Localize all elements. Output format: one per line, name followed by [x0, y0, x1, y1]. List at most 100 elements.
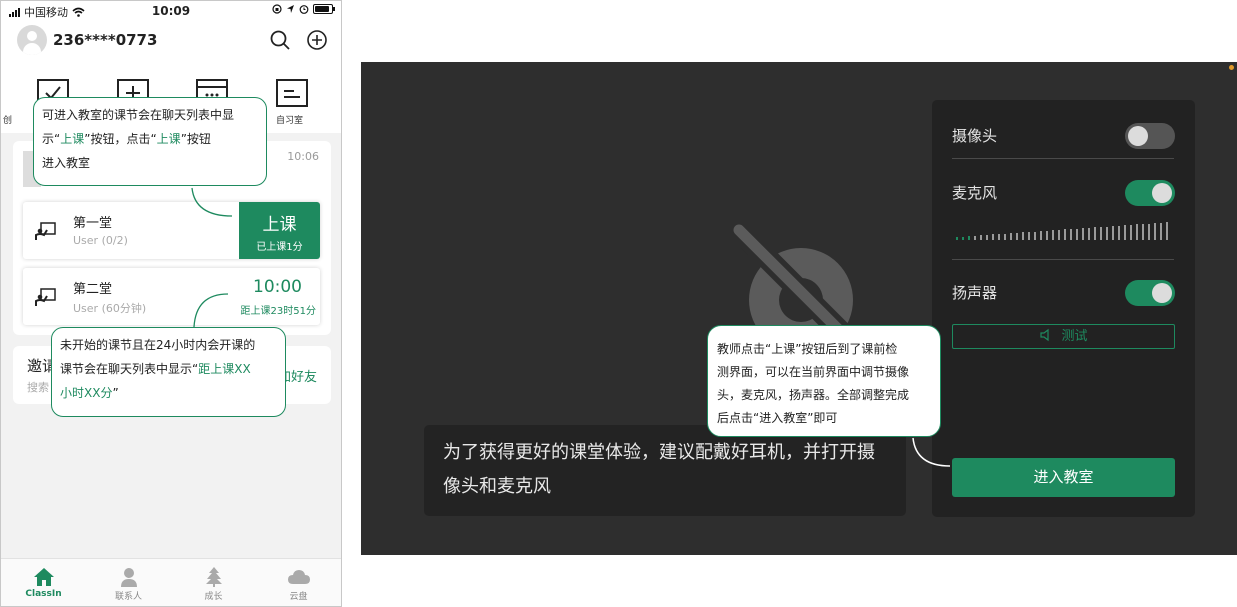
- camera-label: 摄像头: [952, 127, 998, 145]
- tree-icon: [205, 567, 222, 587]
- mic-level-bar: [1022, 232, 1024, 240]
- camera-toggle[interactable]: [1125, 123, 1175, 149]
- tab-contacts[interactable]: 联系人: [86, 559, 171, 606]
- divider: [952, 259, 1174, 260]
- mic-level-bar: [1130, 224, 1132, 240]
- callout-line: 未开始的课节且在24小时内会开课的: [60, 338, 256, 352]
- start-class-button[interactable]: 上课 已上课1分: [239, 202, 320, 259]
- add-icon[interactable]: [306, 29, 328, 51]
- callout-countdown: 未开始的课节且在24小时内会开课的 课节会在聊天列表中显示“距上课XX 小时XX…: [51, 327, 286, 417]
- mic-level-bar: [1010, 233, 1012, 240]
- divider: [952, 158, 1174, 159]
- mic-level-bar: [1088, 227, 1090, 240]
- callout-line: 示“上课”按钮，点击“上课”按钮: [42, 132, 211, 146]
- device-settings-panel: 摄像头 麦克风 扬声器 测试 进入教室: [932, 100, 1195, 517]
- callout-line: 后点击“进入教室”即可: [717, 411, 838, 425]
- tab-growth[interactable]: 成长: [171, 559, 256, 606]
- callout-device-check: 教师点击“上课”按钮后到了课前检 测界面，可以在当前界面中调节摄像 头，麦克风，…: [707, 325, 941, 437]
- tab-label: 云盘: [289, 592, 308, 602]
- mic-level-bar: [1124, 225, 1126, 240]
- avatar[interactable]: [17, 25, 47, 55]
- quick-action-create-label: 创: [3, 116, 13, 126]
- lesson-name: 第二堂: [73, 282, 113, 297]
- mic-level-bar: [1166, 222, 1168, 240]
- device-check-screen: 为了获得更好的课堂体验，建议配戴好耳机，并打开摄 像头和麦克风 摄像头 麦克风 …: [361, 62, 1237, 555]
- battery-icon: [313, 4, 335, 14]
- mic-level-bar: [1160, 222, 1162, 240]
- location-icon: [287, 5, 294, 13]
- speaker-icon: [1040, 328, 1050, 342]
- mic-level-meter: [956, 222, 1174, 240]
- callout-pointer: [193, 293, 229, 328]
- mic-level-bar: [1112, 226, 1114, 240]
- lesson-row-2[interactable]: 第二堂 User (60分钟) 10:00 距上课23时51分: [23, 268, 320, 325]
- test-label: 测试: [1061, 329, 1088, 344]
- mic-level-bar: [1148, 223, 1150, 240]
- mic-level-bar: [992, 234, 994, 240]
- tab-label: 联系人: [114, 592, 142, 602]
- teacher-board-icon: [35, 288, 56, 306]
- mic-level-bar: [1070, 229, 1072, 240]
- mic-level-bar: [1076, 228, 1078, 240]
- lesson-start-time: 10:00: [253, 277, 302, 297]
- headphone-tip: 为了获得更好的课堂体验，建议配戴好耳机，并打开摄 像头和麦克风: [424, 425, 906, 516]
- callout-line: 测界面，可以在当前界面中调节摄像: [717, 365, 910, 379]
- chat-time: 10:06: [287, 150, 319, 163]
- callout-start-class: 可进入教室的课节会在聊天列表中显 示“上课”按钮，点击“上课”按钮 进入教室: [33, 97, 267, 186]
- mic-level-bar: [1052, 230, 1054, 240]
- tip-line: 像头和麦克风: [443, 476, 551, 497]
- speaker-test-button[interactable]: 测试: [952, 324, 1175, 349]
- status-bar: 中国移动 10:09: [1, 1, 341, 21]
- user-phone-number: 236****0773: [53, 31, 158, 49]
- tab-label: ClassIn: [25, 589, 62, 599]
- callout-line: 课节会在聊天列表中显示“距上课XX: [60, 362, 251, 376]
- mic-level-bar: [1106, 226, 1108, 240]
- elapsed-label: 已上课1分: [256, 242, 303, 253]
- lesson-countdown: 距上课23时51分: [240, 306, 316, 317]
- lock-rotation-icon: [272, 4, 282, 14]
- search-icon[interactable]: [269, 29, 291, 51]
- tab-classin[interactable]: ClassIn: [1, 559, 86, 606]
- teacher-board-icon: [35, 222, 56, 240]
- mic-toggle[interactable]: [1125, 180, 1175, 206]
- speaker-label: 扬声器: [952, 284, 998, 302]
- mic-level-bar: [1142, 223, 1144, 240]
- app-header: 236****0773: [1, 21, 341, 61]
- home-icon: [33, 568, 54, 586]
- lesson-users: User (0/2): [73, 234, 128, 247]
- lesson-users: User (60分钟): [73, 302, 147, 315]
- study-room-icon: [284, 90, 300, 98]
- mic-level-bar: [1100, 226, 1102, 240]
- mic-level-bar: [1058, 229, 1060, 240]
- mic-level-bar: [1046, 230, 1048, 240]
- mic-level-bar: [998, 234, 1000, 240]
- mic-level-bar: [974, 235, 976, 240]
- mic-level-bar: [1034, 231, 1036, 240]
- mic-level-bar: [1154, 223, 1156, 240]
- callout-line: 小时XX分”: [60, 386, 119, 400]
- mic-level-bar: [986, 234, 988, 240]
- lesson-name: 第一堂: [73, 216, 113, 231]
- mic-level-bar: [1082, 228, 1084, 240]
- tab-cloud[interactable]: 云盘: [256, 559, 341, 606]
- tip-line: 为了获得更好的课堂体验，建议配戴好耳机，并打开摄: [443, 442, 875, 463]
- mic-level-bar: [1094, 227, 1096, 240]
- mic-level-bar: [1040, 231, 1042, 240]
- mic-level-bar: [962, 236, 964, 240]
- callout-line: 教师点击“上课”按钮后到了课前检: [717, 342, 898, 356]
- speaker-toggle[interactable]: [1125, 280, 1175, 306]
- mic-level-bar: [1118, 225, 1120, 240]
- enter-classroom-button[interactable]: 进入教室: [952, 458, 1175, 497]
- mic-level-bar: [980, 235, 982, 240]
- quick-action-study-room-label: 自习室: [276, 116, 304, 126]
- cloud-icon: [287, 570, 310, 584]
- lesson-row-1[interactable]: 第一堂 User (0/2) 上课 已上课1分: [23, 202, 320, 259]
- callout-line: 进入教室: [42, 156, 91, 170]
- callout-line: 可进入教室的课节会在聊天列表中显: [42, 108, 235, 122]
- quick-action-study-room[interactable]: [276, 79, 308, 107]
- callout-line: 头，麦克风，扬声器。全部调整完成: [717, 388, 910, 402]
- callout-pointer: [191, 187, 233, 217]
- contacts-icon: [120, 568, 137, 587]
- mic-level-bar: [1004, 233, 1006, 240]
- tab-bar: ClassIn 联系人 成长 云盘: [1, 558, 341, 606]
